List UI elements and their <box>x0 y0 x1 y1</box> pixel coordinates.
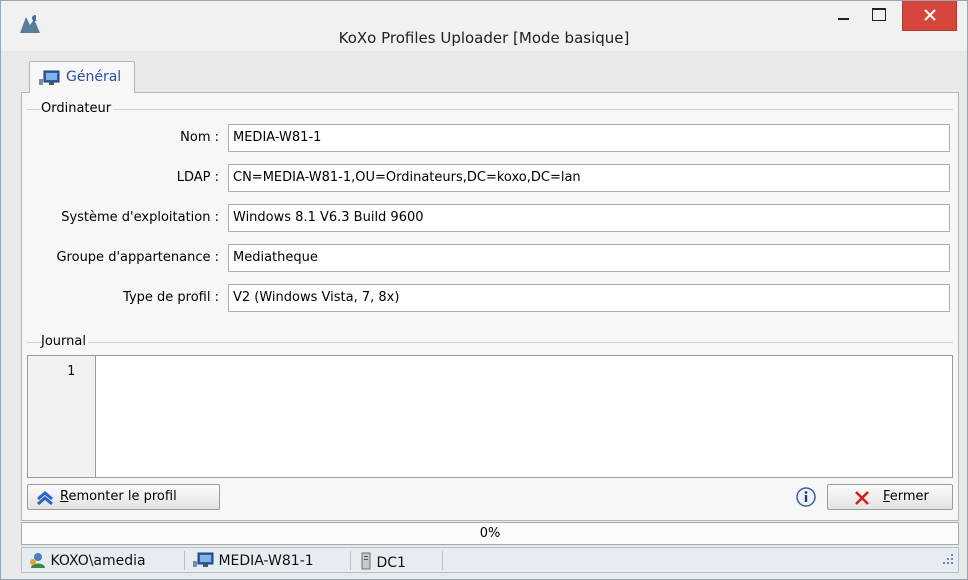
window-title: KoXo Profiles Uploader [Mode basique] <box>338 29 630 47</box>
close-icon <box>854 490 870 510</box>
line-number: 1 <box>67 364 75 379</box>
maximize-button[interactable] <box>863 1 893 31</box>
profile-type-field[interactable]: V2 (Windows Vista, 7, 8x) <box>228 284 950 312</box>
group-title-journal: Journal <box>41 334 88 349</box>
server-icon <box>361 552 371 570</box>
field-label-group: Groupe d'appartenance : <box>56 250 219 265</box>
tab-general[interactable]: Général <box>29 61 135 93</box>
close-icon <box>924 9 936 21</box>
name-field[interactable]: MEDIA-W81-1 <box>228 124 950 152</box>
status-computer: MEDIA-W81-1 <box>192 552 314 569</box>
computer-icon <box>193 552 214 567</box>
close-window-button[interactable] <box>902 1 957 31</box>
resize-grip-icon[interactable] <box>942 553 954 569</box>
ldap-field[interactable]: CN=MEDIA-W81-1,OU=Ordinateurs,DC=koxo,DC… <box>228 164 950 192</box>
line-number-gutter: 1 <box>28 356 96 477</box>
title-bar[interactable]: KoXo Profiles Uploader [Mode basique] <box>1 1 967 51</box>
status-user: KOXO\amedia <box>28 552 146 569</box>
main-window: KoXo Profiles Uploader [Mode basique] Gé… <box>0 0 968 580</box>
close-label: Fermer <box>883 489 929 504</box>
status-user-label: KOXO\amedia <box>50 553 146 569</box>
status-server: DC1 <box>360 552 406 571</box>
group-title-computer: Ordinateur <box>41 101 114 116</box>
field-label-name: Nom : <box>180 130 219 145</box>
status-separator <box>442 551 443 570</box>
progress-bar: 0% <box>21 522 959 545</box>
status-separator <box>184 551 185 570</box>
group-divider <box>27 109 953 110</box>
journal-editor[interactable]: 1 <box>27 355 953 478</box>
group-field[interactable]: Mediatheque <box>228 244 950 272</box>
field-label-ldap: LDAP : <box>176 170 219 185</box>
os-field[interactable]: Windows 8.1 V6.3 Build 9600 <box>228 204 950 232</box>
user-icon <box>30 553 45 568</box>
field-label-profile-type: Type de profil : <box>123 290 219 305</box>
tab-general-label: Général <box>66 69 122 85</box>
status-server-label: DC1 <box>376 555 406 571</box>
upload-profile-button[interactable]: Remonter le profil <box>27 484 220 510</box>
status-bar: KOXO\amedia MEDIA-W81-1 DC1 <box>21 547 959 573</box>
double-chevron-up-icon <box>36 491 54 509</box>
computer-icon <box>38 70 60 90</box>
upload-profile-label: Remonter le profil <box>60 489 177 504</box>
close-button[interactable]: Fermer <box>827 484 953 510</box>
info-icon[interactable] <box>794 485 818 509</box>
minimize-button[interactable] <box>828 1 858 31</box>
status-computer-label: MEDIA-W81-1 <box>218 553 314 569</box>
status-separator <box>350 551 351 570</box>
group-divider <box>27 342 953 343</box>
progress-text: 0% <box>479 526 501 541</box>
field-label-os: Système d'exploitation : <box>61 210 219 225</box>
